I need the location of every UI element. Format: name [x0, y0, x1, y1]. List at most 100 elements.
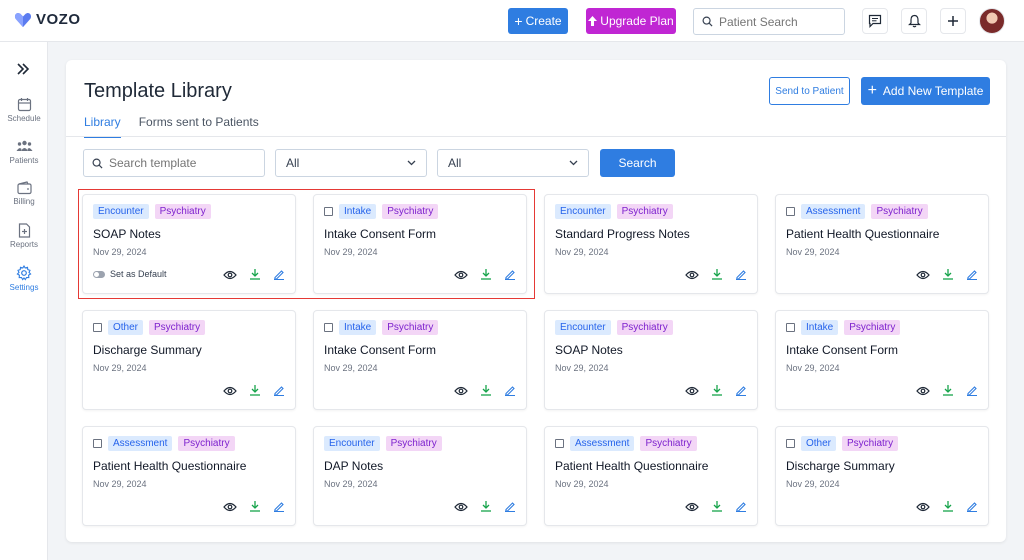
avatar[interactable] — [979, 8, 1005, 34]
template-card[interactable]: Encounter Psychiatry DAP Notes Nov 29, 2024 — [313, 426, 527, 526]
template-card[interactable]: Assessment Psychiatry Patient Health Quest… — [82, 426, 296, 526]
template-card[interactable]: Encounter Psychiatry SOAP Notes Nov 29, 202… — [82, 194, 296, 294]
category-tag: Encounter — [555, 320, 611, 335]
specialty-tag: Psychiatry — [154, 204, 211, 219]
template-card[interactable]: Encounter Psychiatry SOAP Notes Nov 29, 202… — [544, 310, 758, 410]
edit-button[interactable] — [273, 383, 285, 401]
preview-button[interactable] — [223, 383, 237, 401]
eye-icon — [223, 386, 237, 396]
download-button[interactable] — [480, 499, 492, 517]
select-checkbox[interactable] — [93, 439, 102, 448]
preview-button[interactable] — [916, 499, 930, 517]
download-button[interactable] — [711, 383, 723, 401]
preview-button[interactable] — [685, 499, 699, 517]
tab-forms-sent[interactable]: Forms sent to Patients — [139, 115, 259, 138]
download-button[interactable] — [942, 499, 954, 517]
sidebar-item-schedule[interactable]: Schedule — [0, 97, 48, 123]
edit-button[interactable] — [504, 499, 516, 517]
preview-button[interactable] — [223, 499, 237, 517]
download-button[interactable] — [480, 267, 492, 285]
search-button[interactable]: Search — [600, 149, 675, 177]
download-button[interactable] — [249, 383, 261, 401]
edit-button[interactable] — [966, 383, 978, 401]
select-checkbox[interactable] — [324, 207, 333, 216]
edit-button[interactable] — [735, 499, 747, 517]
plus-icon — [948, 16, 958, 26]
edit-button[interactable] — [273, 267, 285, 285]
preview-button[interactable] — [685, 383, 699, 401]
preview-button[interactable] — [916, 267, 930, 285]
template-name: Patient Health Questionnaire — [93, 459, 247, 473]
edit-icon — [505, 502, 515, 512]
template-card[interactable]: Intake Psychiatry Intake Consent Form Nov 2… — [775, 310, 989, 410]
upgrade-plan-button[interactable]: Upgrade Plan — [586, 8, 676, 34]
template-date: Nov 29, 2024 — [555, 479, 609, 489]
download-button[interactable] — [711, 499, 723, 517]
download-button[interactable] — [942, 383, 954, 401]
category-select[interactable]: All — [275, 149, 427, 177]
preview-button[interactable] — [685, 267, 699, 285]
edit-button[interactable] — [735, 383, 747, 401]
sidebar-item-billing[interactable]: Billing — [0, 181, 48, 206]
preview-button[interactable] — [223, 267, 237, 285]
download-button[interactable] — [249, 267, 261, 285]
template-search-input[interactable] — [109, 156, 259, 170]
template-card[interactable]: Assessment Psychiatry Patient Health Quest… — [544, 426, 758, 526]
notifications-button[interactable] — [901, 8, 927, 34]
preview-button[interactable] — [454, 267, 468, 285]
template-date: Nov 29, 2024 — [324, 247, 378, 257]
download-button[interactable] — [480, 383, 492, 401]
template-card[interactable]: Assessment Psychiatry Patient Health Quest… — [775, 194, 989, 294]
download-button[interactable] — [711, 267, 723, 285]
download-icon — [943, 385, 953, 396]
arrow-up-icon — [588, 16, 598, 26]
specialty-tag: Psychiatry — [871, 204, 928, 219]
edit-button[interactable] — [966, 499, 978, 517]
eye-icon — [685, 502, 699, 512]
template-search[interactable] — [83, 149, 265, 177]
download-icon — [481, 501, 491, 512]
template-card[interactable]: Other Psychiatry Discharge Summary Nov 29, … — [775, 426, 989, 526]
sidebar-item-settings[interactable]: Settings — [0, 265, 48, 292]
patient-search-input[interactable] — [719, 14, 839, 29]
eye-icon — [916, 270, 930, 280]
card-tags: Assessment Psychiatry — [555, 436, 697, 451]
edit-button[interactable] — [504, 383, 516, 401]
select-checkbox[interactable] — [555, 439, 564, 448]
send-to-patient-button[interactable]: Send to Patient — [769, 77, 850, 105]
edit-button[interactable] — [966, 267, 978, 285]
sidebar-item-reports[interactable]: Reports — [0, 223, 48, 249]
download-button[interactable] — [942, 267, 954, 285]
template-card[interactable]: Intake Psychiatry Intake Consent Form Nov 2… — [313, 194, 527, 294]
eye-icon — [454, 502, 468, 512]
tab-library[interactable]: Library — [84, 115, 121, 138]
select-checkbox[interactable] — [93, 323, 102, 332]
select-checkbox[interactable] — [786, 323, 795, 332]
set-default-toggle[interactable]: Set as Default — [93, 269, 167, 279]
preview-button[interactable] — [454, 499, 468, 517]
template-card[interactable]: Encounter Psychiatry Standard Progress Not… — [544, 194, 758, 294]
template-card[interactable]: Intake Psychiatry Intake Consent Form Nov 2… — [313, 310, 527, 410]
add-button[interactable] — [940, 8, 966, 34]
preview-button[interactable] — [916, 383, 930, 401]
add-new-template-button[interactable]: + Add New Template — [861, 77, 990, 105]
expand-sidebar-button[interactable] — [16, 62, 30, 80]
select-checkbox[interactable] — [786, 207, 795, 216]
sidebar-item-patients[interactable]: Patients — [0, 139, 48, 165]
preview-button[interactable] — [454, 383, 468, 401]
select-checkbox[interactable] — [324, 323, 333, 332]
template-date: Nov 29, 2024 — [93, 247, 147, 257]
template-card[interactable]: Other Psychiatry Discharge Summary Nov 29, … — [82, 310, 296, 410]
patient-search[interactable] — [693, 8, 845, 35]
specialty-select[interactable]: All — [437, 149, 589, 177]
edit-button[interactable] — [504, 267, 516, 285]
create-button[interactable]: + Create — [508, 8, 568, 34]
download-icon — [250, 501, 260, 512]
logo[interactable]: VOZO — [14, 11, 81, 28]
edit-button[interactable] — [273, 499, 285, 517]
edit-button[interactable] — [735, 267, 747, 285]
template-name: Patient Health Questionnaire — [555, 459, 709, 473]
messages-button[interactable] — [862, 8, 888, 34]
select-checkbox[interactable] — [786, 439, 795, 448]
download-button[interactable] — [249, 499, 261, 517]
